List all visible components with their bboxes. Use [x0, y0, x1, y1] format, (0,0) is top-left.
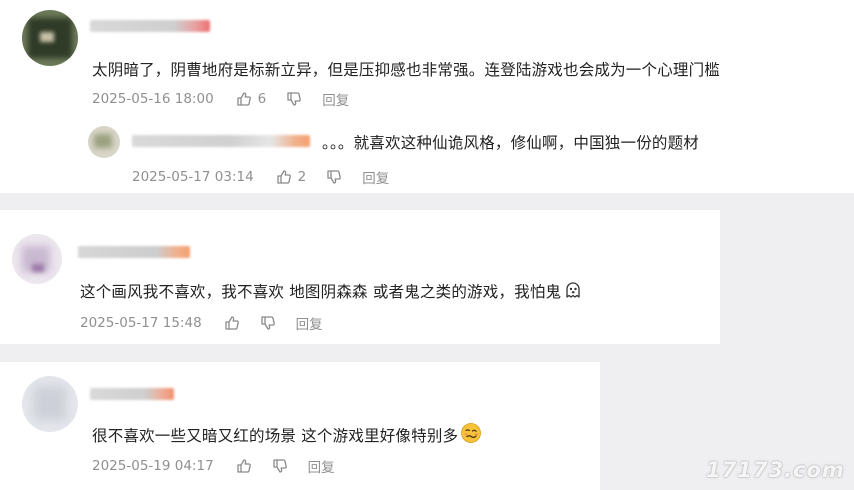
- thumbs-down-icon: [273, 459, 287, 473]
- comment-card: 太阴暗了，阴曹地府是标新立异，但是压抑感也非常强。连登陆游戏也会成为一个心理门槛…: [0, 0, 854, 193]
- like-button[interactable]: [236, 458, 252, 474]
- reply-date: 2025-05-17 03:14: [132, 169, 254, 185]
- woozy-face-emoji-icon: [460, 422, 482, 448]
- like-button[interactable]: 2: [276, 169, 307, 185]
- comment-card: 这个画风我不喜欢，我不喜欢 地图阴森森 或者鬼之类的游戏，我怕鬼 2025-05…: [0, 210, 720, 344]
- avatar[interactable]: [12, 234, 62, 284]
- like-count: 2: [297, 169, 307, 185]
- reply-button[interactable]: 回复: [362, 167, 389, 187]
- dislike-button[interactable]: [326, 169, 342, 185]
- comment-date: 2025-05-19 04:17: [92, 458, 214, 474]
- dislike-button[interactable]: [272, 458, 288, 474]
- comment-text: 太阴暗了，阴曹地府是标新立异，但是压抑感也非常强。连登陆游戏也会成为一个心理门槛: [92, 61, 721, 79]
- comment-meta: 2025-05-17 15:48 回复: [80, 313, 323, 333]
- comment-date: 2025-05-16 18:00: [92, 91, 214, 107]
- comment-card: 很不喜欢一些又暗又红的场景 这个游戏里好像特别多 2025-05-19 04:1…: [0, 362, 600, 490]
- like-count: 6: [257, 91, 267, 107]
- dislike-button[interactable]: [286, 91, 302, 107]
- site-watermark: 17173.com: [706, 458, 845, 482]
- reply-button[interactable]: 回复: [296, 313, 323, 333]
- like-button[interactable]: 6: [236, 91, 267, 107]
- thumbs-down-icon: [287, 92, 302, 106]
- like-button[interactable]: [224, 315, 240, 331]
- comment-date: 2025-05-17 15:48: [80, 315, 202, 331]
- reply-button[interactable]: 回复: [308, 456, 335, 476]
- thumbs-up-icon: [237, 459, 251, 473]
- comment-text: 这个画风我不喜欢，我不喜欢 地图阴森森 或者鬼之类的游戏，我怕鬼: [80, 280, 583, 304]
- dislike-button[interactable]: [260, 315, 276, 331]
- thumbs-up-icon: [277, 170, 291, 184]
- comment-meta: 2025-05-16 18:00 6 回复: [92, 89, 349, 109]
- avatar[interactable]: [22, 376, 78, 432]
- comment-text-content: 这个画风我不喜欢，我不喜欢 地图阴森森 或者鬼之类的游戏，我怕鬼: [80, 283, 562, 301]
- comment-meta: 2025-05-19 04:17 回复: [92, 456, 335, 476]
- thumbs-up-icon: [225, 316, 239, 330]
- username-blurred[interactable]: [132, 135, 310, 147]
- avatar[interactable]: [88, 126, 120, 158]
- thumbs-down-icon: [261, 316, 275, 330]
- comment-text-content: 很不喜欢一些又暗又红的场景 这个游戏里好像特别多: [92, 427, 459, 445]
- thumbs-down-icon: [327, 170, 342, 184]
- ghost-emoji-icon: [563, 280, 583, 304]
- reply-meta: 2025-05-17 03:14 2 回复: [132, 167, 389, 187]
- username-blurred[interactable]: [90, 388, 174, 400]
- username-blurred[interactable]: [78, 246, 190, 258]
- reply-button[interactable]: 回复: [322, 89, 349, 109]
- reply-text: 。。。就喜欢这种仙诡风格，修仙啊，中国独一份的题材: [322, 134, 700, 152]
- thumbs-up-icon: [237, 92, 251, 106]
- avatar[interactable]: [22, 10, 78, 66]
- comment-text: 很不喜欢一些又暗又红的场景 这个游戏里好像特别多: [92, 422, 482, 448]
- username-blurred[interactable]: [90, 20, 210, 32]
